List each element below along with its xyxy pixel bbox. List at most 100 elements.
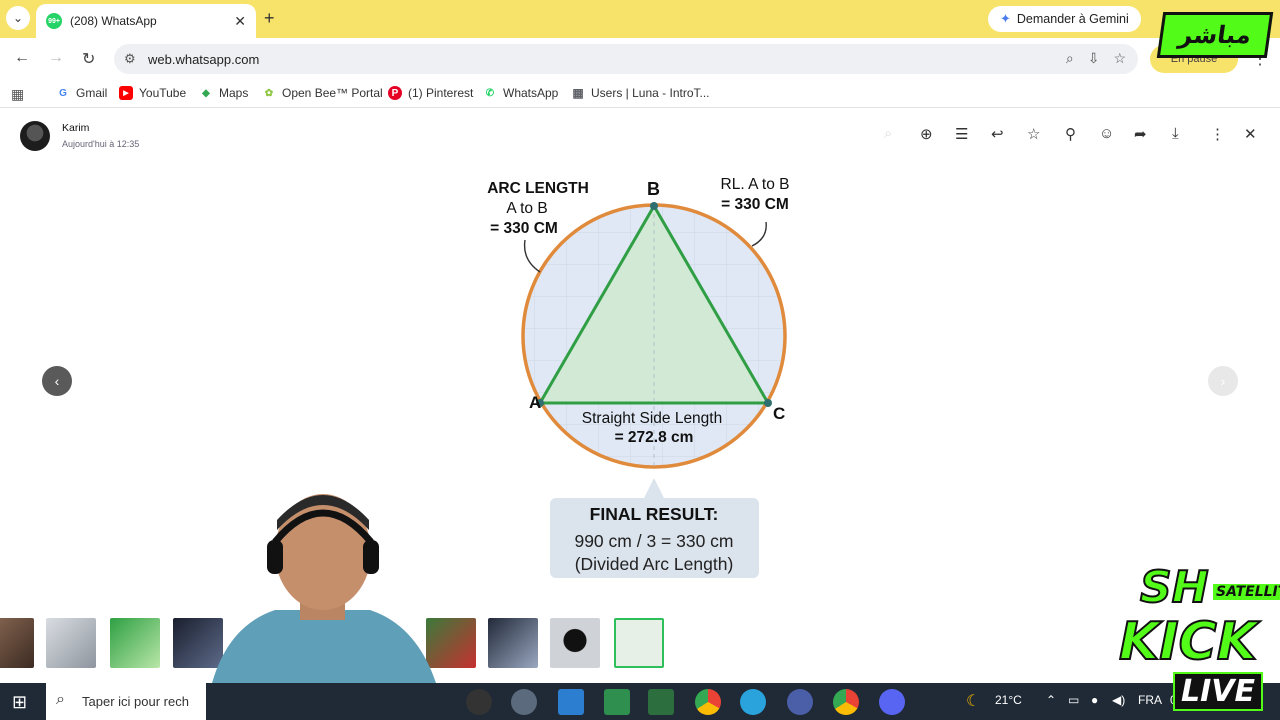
- final-result-note: (Divided Arc Length): [575, 554, 734, 574]
- zoom-icon[interactable]: ⌕: [1066, 50, 1074, 67]
- bookmark-openbee[interactable]: ✿ Open Bee™ Portal: [262, 86, 383, 100]
- taskbar-app-icon[interactable]: [511, 689, 537, 715]
- sender-name: Karim: [62, 122, 90, 134]
- tray-chevron-icon[interactable]: ⌃: [1046, 693, 1056, 707]
- chrome-icon[interactable]: [833, 689, 859, 715]
- taskbar-app-icon[interactable]: [787, 689, 813, 715]
- openbee-icon: ✿: [262, 86, 276, 100]
- bookmark-star-icon[interactable]: ☆: [1113, 50, 1126, 67]
- weather-moon-icon[interactable]: ☾: [966, 691, 980, 711]
- rl-leader-line: [751, 221, 767, 247]
- taskbar-app-icon[interactable]: [466, 689, 492, 715]
- media-thumbnail[interactable]: [110, 618, 160, 668]
- callout-pointer: [644, 478, 664, 498]
- rl-value: = 330 CM: [721, 196, 789, 213]
- live-logo-text: مباشر: [1176, 21, 1254, 49]
- live-label: LIVE: [1173, 672, 1263, 711]
- gemini-sparkle-icon: ✦: [1000, 11, 1011, 26]
- label-c: C: [773, 404, 785, 423]
- discord-icon[interactable]: [879, 689, 905, 715]
- vertex-c-dot: [764, 399, 772, 407]
- pinterest-icon: P: [388, 86, 402, 100]
- bookmark-label: YouTube: [139, 86, 187, 100]
- media-thumbnail[interactable]: [550, 618, 600, 668]
- label-a: A: [529, 393, 541, 412]
- media-thumbnail[interactable]: [488, 618, 538, 668]
- bookmark-pinterest[interactable]: P (1) Pinterest: [388, 86, 473, 100]
- bookmark-label: (1) Pinterest: [408, 86, 474, 100]
- media-thumbnail[interactable]: [46, 618, 96, 668]
- live-logo-arabic: مباشر: [1156, 12, 1274, 58]
- browser-tab-bar: ⌄ 99+ (208) WhatsApp ✕ + ✦ Demander à Ge…: [0, 0, 1280, 38]
- excel-icon[interactable]: [648, 689, 674, 715]
- reply-icon[interactable]: ↩: [991, 125, 1004, 143]
- weather-temperature[interactable]: 21°C: [995, 693, 1022, 707]
- apps-grid-icon[interactable]: ▦: [11, 86, 24, 103]
- address-bar[interactable]: ⚙ web.whatsapp.com ⌕ ⇩ ☆: [114, 44, 1138, 74]
- gmail-icon: G: [56, 86, 70, 100]
- bookmark-label: WhatsApp: [503, 86, 559, 100]
- star-icon[interactable]: ☆: [1027, 125, 1040, 143]
- table-icon: ▦: [571, 86, 585, 100]
- side-length-value: = 272.8 cm: [615, 429, 694, 446]
- bookmark-whatsapp[interactable]: ✆ WhatsApp: [483, 86, 558, 100]
- download-icon[interactable]: ⤓: [1172, 125, 1179, 142]
- microphone-icon[interactable]: ●: [1091, 693, 1098, 707]
- network-icon[interactable]: ▭: [1068, 693, 1079, 707]
- tab-close-icon[interactable]: ✕: [234, 13, 246, 30]
- satellite-label: SATELLITE: [1213, 584, 1280, 600]
- whatsapp-tab-favicon: 99+: [46, 13, 62, 29]
- media-thumbnail[interactable]: [0, 618, 34, 668]
- avatar[interactable]: [20, 121, 50, 151]
- pin-icon[interactable]: ⚲: [1065, 125, 1076, 143]
- vertex-b-dot: [650, 202, 658, 210]
- zoom-out-icon[interactable]: ⌕: [884, 125, 892, 142]
- react-emoji-icon[interactable]: ☺: [1099, 125, 1114, 142]
- bookmark-label: Open Bee™ Portal: [282, 86, 383, 100]
- tab-whatsapp[interactable]: 99+ (208) WhatsApp ✕: [36, 4, 256, 38]
- tab-search-dropdown-icon[interactable]: ⌄: [6, 6, 30, 30]
- final-result-title: FINAL RESULT:: [590, 504, 719, 524]
- more-options-icon[interactable]: ⋮: [1210, 125, 1225, 143]
- search-icon: ⌕: [56, 691, 65, 708]
- windows-start-icon[interactable]: ⊞: [12, 692, 27, 713]
- install-app-icon[interactable]: ⇩: [1088, 50, 1100, 67]
- windows-taskbar: ⊞ ⌕ Taper ici pour rech ☾ 21°C ⌃ ▭ ● ◀) …: [0, 683, 1280, 720]
- kick-logo: KICK: [1118, 611, 1258, 673]
- forward-icon[interactable]: ➦: [1134, 125, 1147, 143]
- media-thumbnail-selected[interactable]: [614, 618, 664, 668]
- whatsapp-icon: ✆: [483, 86, 497, 100]
- new-tab-button[interactable]: +: [264, 8, 275, 29]
- telegram-icon[interactable]: [740, 689, 766, 715]
- next-media-button[interactable]: ›: [1208, 366, 1238, 396]
- bookmark-label: Users | Luna - IntroT...: [591, 86, 710, 100]
- taskbar-search-box[interactable]: ⌕ Taper ici pour rech: [46, 683, 206, 720]
- arc-leader-line: [523, 239, 541, 273]
- browser-toolbar: ← → ↻ ⚙ web.whatsapp.com ⌕ ⇩ ☆: [0, 38, 1280, 80]
- bookmark-label: Maps: [219, 86, 249, 100]
- bookmark-maps[interactable]: ◆ Maps: [199, 86, 248, 100]
- close-viewer-icon[interactable]: ✕: [1244, 125, 1257, 143]
- forward-arrow-icon[interactable]: →: [48, 49, 64, 67]
- site-info-icon[interactable]: ⚙: [124, 51, 136, 67]
- bookmark-gmail[interactable]: G Gmail: [56, 86, 107, 100]
- arc-length-title: ARC LENGTH: [487, 180, 589, 197]
- arc-length-value: = 330 CM: [490, 220, 558, 237]
- gemini-label: Demander à Gemini: [1016, 12, 1129, 26]
- message-time: Aujourd'hui à 12:35: [62, 139, 140, 149]
- gemini-button[interactable]: ✦ Demander à Gemini: [988, 6, 1141, 32]
- previous-media-button[interactable]: ‹: [42, 366, 72, 396]
- rl-title: RL. A to B: [721, 176, 790, 193]
- view-message-icon[interactable]: ☰: [955, 125, 968, 143]
- back-arrow-icon[interactable]: ←: [14, 49, 30, 67]
- zoom-in-icon[interactable]: ⊕: [920, 125, 933, 143]
- url-text: web.whatsapp.com: [148, 51, 260, 67]
- youtube-icon: ▶: [119, 86, 133, 100]
- calculator-icon[interactable]: [604, 689, 630, 715]
- reload-icon[interactable]: ↻: [82, 49, 95, 69]
- bookmark-luna-users[interactable]: ▦ Users | Luna - IntroT...: [571, 86, 710, 100]
- taskbar-app-icon[interactable]: [558, 689, 584, 715]
- chrome-icon[interactable]: [695, 689, 721, 715]
- bookmark-youtube[interactable]: ▶ YouTube: [119, 86, 186, 100]
- bookmark-label: Gmail: [76, 86, 108, 100]
